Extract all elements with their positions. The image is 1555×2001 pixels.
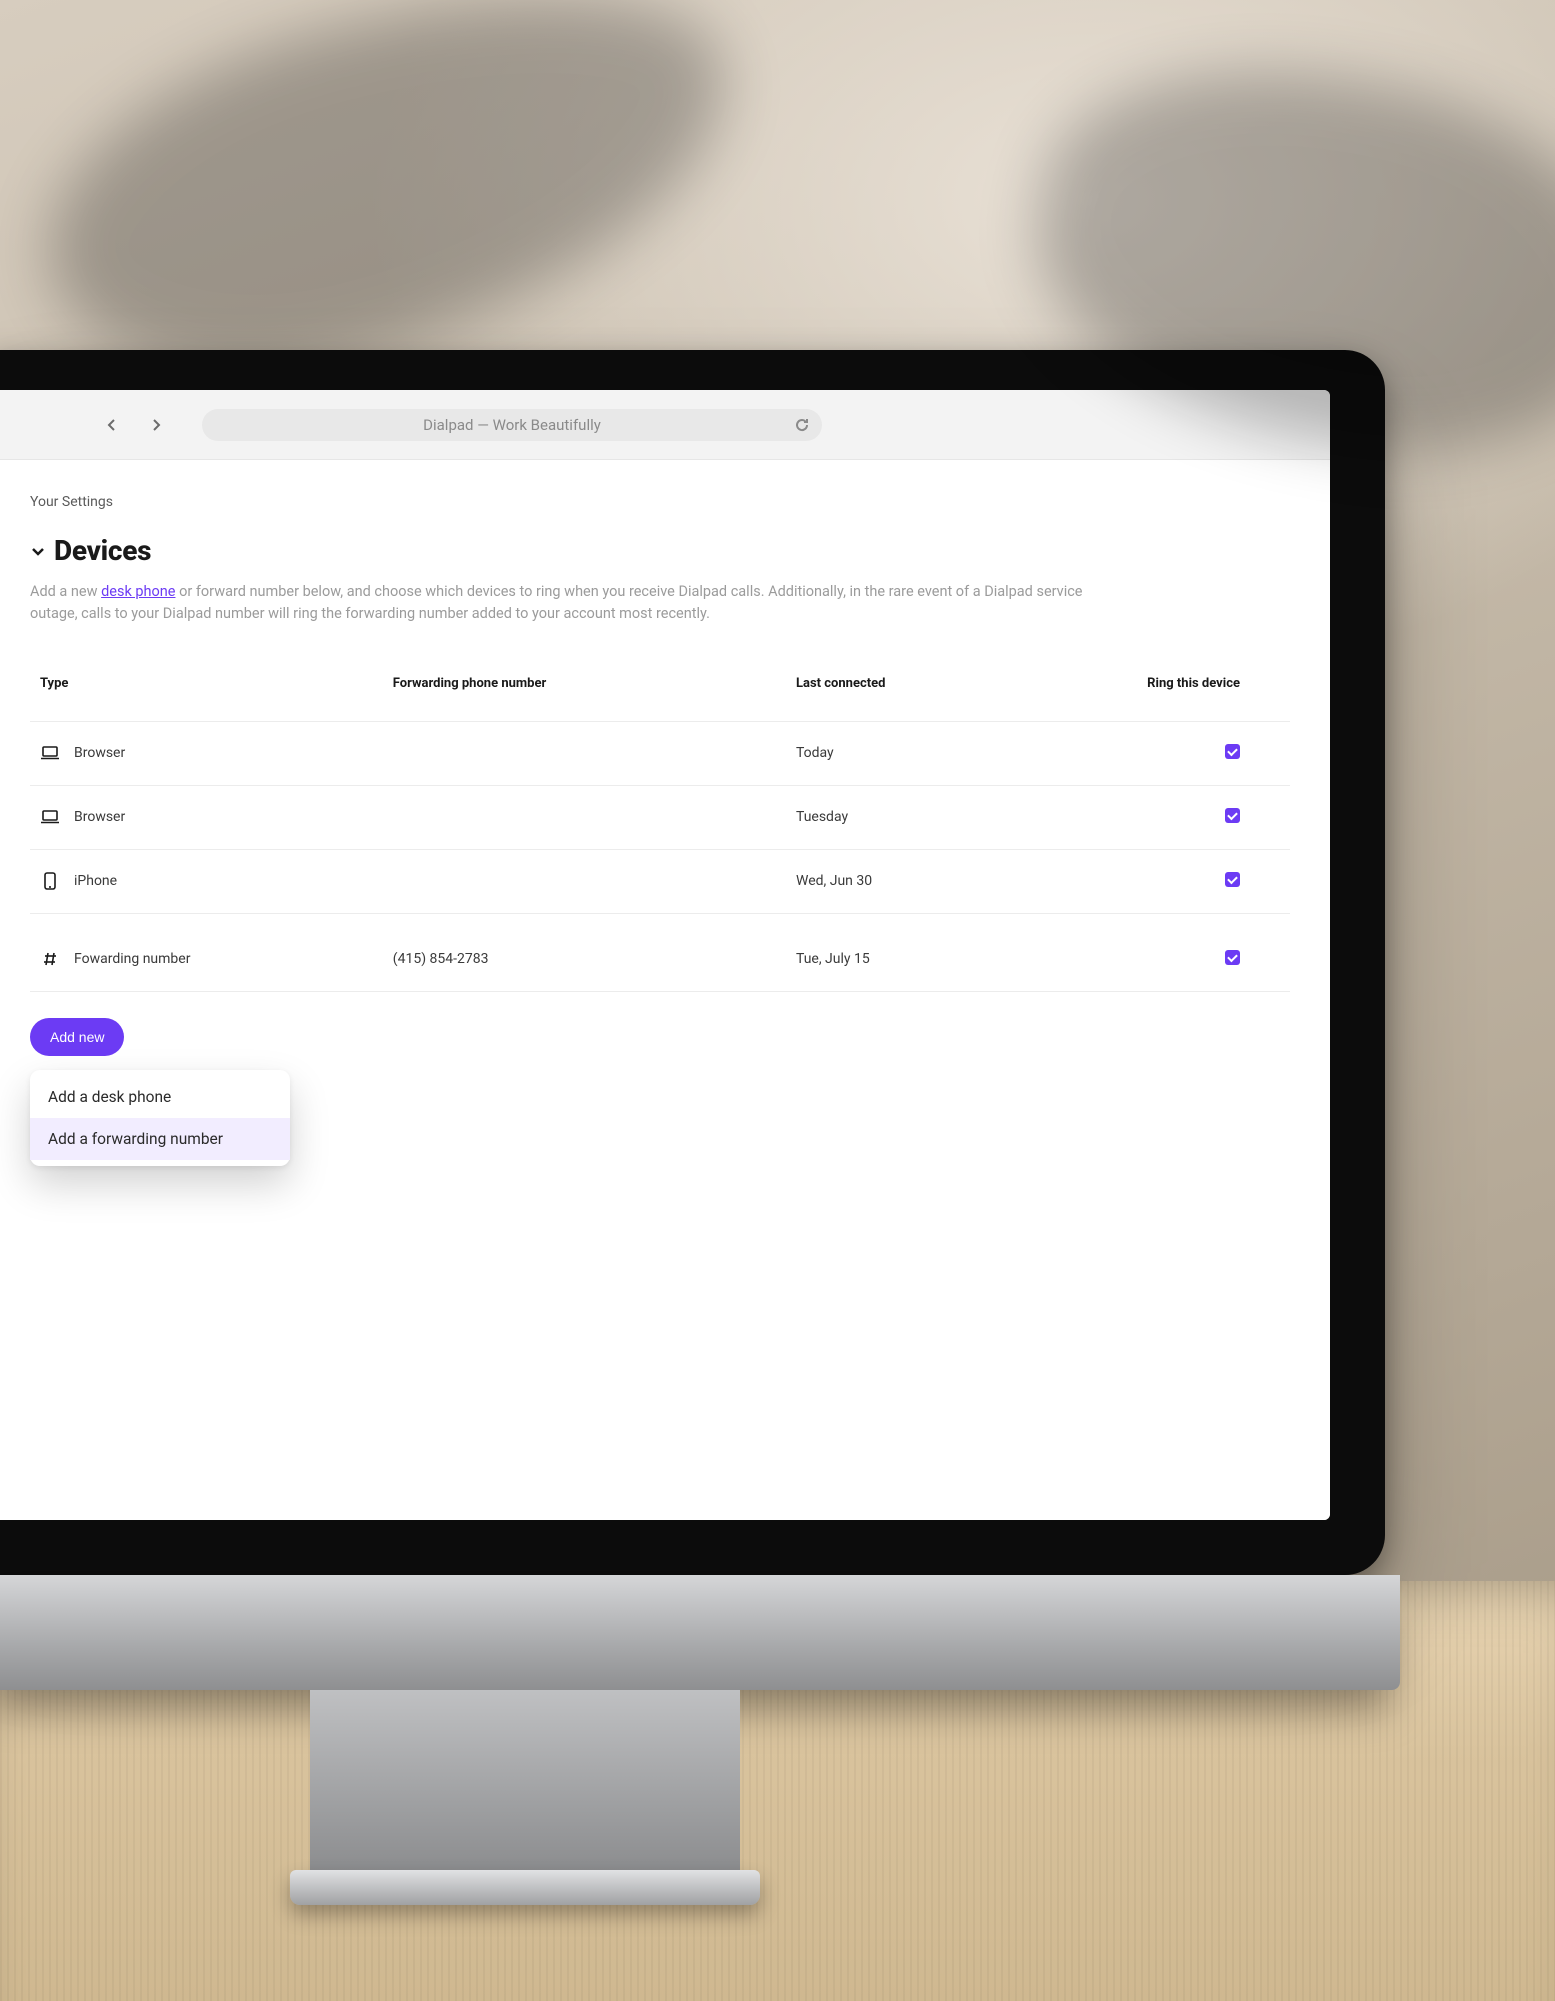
last-connected: Wed, Jun 30 bbox=[786, 849, 1101, 913]
reload-icon[interactable] bbox=[794, 417, 810, 433]
address-bar-title: Dialpad — Work Beautifully bbox=[423, 416, 601, 434]
menu-add-desk-phone[interactable]: Add a desk phone bbox=[30, 1076, 290, 1118]
table-row: Browser Today bbox=[30, 721, 1290, 785]
monitor-foot bbox=[290, 1870, 760, 1905]
forwarding-number bbox=[383, 721, 786, 785]
device-type: Fowarding number bbox=[74, 951, 190, 967]
forwarding-number bbox=[383, 785, 786, 849]
laptop-icon bbox=[40, 745, 60, 761]
device-type: Browser bbox=[74, 809, 125, 825]
ring-checkbox[interactable] bbox=[1225, 744, 1240, 759]
hash-icon bbox=[40, 951, 60, 967]
monitor-stand bbox=[310, 1690, 740, 1870]
nav-forward-button[interactable] bbox=[144, 413, 168, 437]
nav-back-button[interactable] bbox=[100, 413, 124, 437]
screen: Dialpad — Work Beautifully Your Settings… bbox=[0, 390, 1330, 1520]
ring-checkbox[interactable] bbox=[1225, 808, 1240, 823]
browser-chrome: Dialpad — Work Beautifully bbox=[0, 390, 1330, 460]
breadcrumb: Your Settings bbox=[30, 494, 1290, 510]
table-row: Browser Tuesday bbox=[30, 785, 1290, 849]
device-type: Browser bbox=[74, 745, 125, 761]
laptop-icon bbox=[40, 809, 60, 825]
scene: Dialpad — Work Beautifully Your Settings… bbox=[0, 0, 1555, 2001]
menu-add-forwarding-number[interactable]: Add a forwarding number bbox=[30, 1118, 290, 1160]
section-title: Devices bbox=[54, 534, 151, 567]
monitor: Dialpad — Work Beautifully Your Settings… bbox=[0, 350, 1385, 1575]
forwarding-number: (415) 854-2783 bbox=[383, 928, 786, 992]
add-new-button[interactable]: Add new bbox=[30, 1018, 124, 1056]
phone-icon bbox=[40, 873, 60, 889]
section-description: Add a new desk phone or forward number b… bbox=[30, 581, 1090, 626]
add-new-menu: Add a desk phone Add a forwarding number bbox=[30, 1070, 290, 1166]
col-ring: Ring this device bbox=[1101, 676, 1290, 722]
forwarding-number bbox=[383, 849, 786, 913]
last-connected: Tue, July 15 bbox=[786, 928, 1101, 992]
last-connected: Tuesday bbox=[786, 785, 1101, 849]
devices-table: Type Forwarding phone number Last connec… bbox=[30, 676, 1290, 992]
desk-phone-link[interactable]: desk phone bbox=[101, 583, 175, 600]
monitor-chin bbox=[0, 1575, 1400, 1690]
settings-page: Your Settings Devices Add a new desk pho… bbox=[0, 460, 1330, 1520]
device-type: iPhone bbox=[74, 873, 117, 889]
col-type: Type bbox=[30, 676, 383, 722]
col-last: Last connected bbox=[786, 676, 1101, 722]
col-forwarding: Forwarding phone number bbox=[383, 676, 786, 722]
table-row: iPhone Wed, Jun 30 bbox=[30, 849, 1290, 913]
ring-checkbox[interactable] bbox=[1225, 872, 1240, 887]
last-connected: Today bbox=[786, 721, 1101, 785]
ring-checkbox[interactable] bbox=[1225, 950, 1240, 965]
table-row: Fowarding number (415) 854-2783Tue, July … bbox=[30, 928, 1290, 992]
chevron-down-icon bbox=[30, 543, 46, 559]
address-bar[interactable]: Dialpad — Work Beautifully bbox=[202, 409, 822, 441]
section-header[interactable]: Devices bbox=[30, 534, 1290, 567]
